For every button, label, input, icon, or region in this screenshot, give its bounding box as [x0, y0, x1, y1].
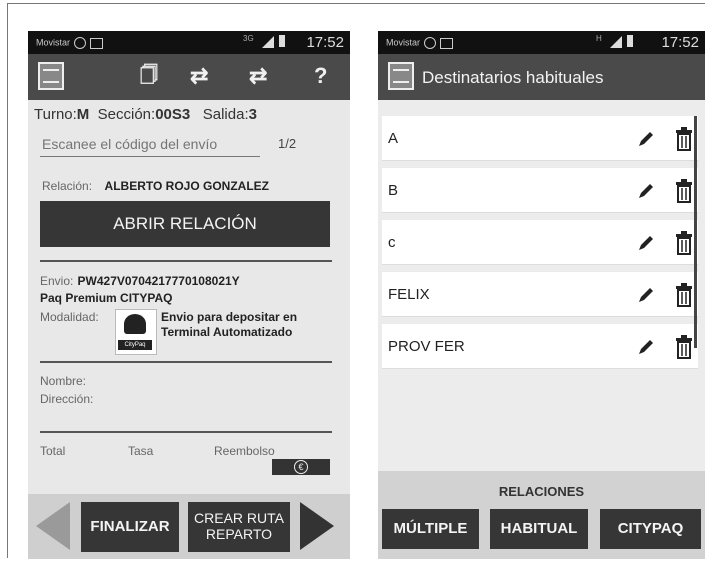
list-item[interactable]: c: [382, 220, 698, 265]
next-arrow-icon[interactable]: [300, 502, 334, 550]
location-icon: [74, 37, 87, 49]
divider: [40, 260, 332, 262]
abrir-relacion-button[interactable]: ABRIR RELACIÓN: [40, 201, 330, 247]
divider: [40, 431, 332, 433]
page-title: Destinatarios habituales: [422, 68, 604, 87]
euro-icon: €: [294, 460, 308, 474]
scan-counter: 1/2: [278, 136, 297, 151]
scrollbar[interactable]: [694, 116, 697, 348]
modalidad-value-2: Terminal Automatizado: [161, 325, 293, 339]
carrier-label: Movistar: [386, 37, 454, 49]
recipient-name: PROV FER: [388, 338, 465, 355]
carrier-label: Movistar: [36, 37, 104, 49]
copy-icon[interactable]: 🗍: [140, 63, 158, 93]
signal-icon: [262, 36, 274, 48]
reembolso-value: €: [272, 459, 330, 475]
toolbar: 🗍 ⇄ ⇄ ?: [28, 54, 350, 100]
tasa-label: Tasa: [128, 444, 154, 458]
status-bar: Movistar 3G 17:52: [28, 31, 350, 54]
total-label: Total: [40, 444, 66, 458]
trash-icon[interactable]: [675, 231, 693, 255]
picture-icon: [90, 37, 104, 49]
edit-icon[interactable]: [636, 233, 656, 253]
modalidad-value-1: Envio para depositar en: [161, 310, 298, 324]
citypaq-button[interactable]: CITYPAQ: [600, 509, 701, 549]
modalidad-label: Modalidad:: [40, 310, 99, 324]
turno-row: Turno:M Sección:00S3 Salida:3: [34, 106, 257, 123]
paq-label: Paq Premium CITYPAQ: [40, 291, 173, 305]
recipient-name: A: [388, 130, 399, 147]
right-phone-screen: Movistar H 17:52 Destinatarios habituale…: [378, 31, 705, 559]
left-phone-screen: Movistar 3G 17:52 🗍 ⇄ ⇄ ? Turno:M Secció…: [28, 31, 350, 559]
battery-icon: [627, 35, 633, 47]
battery-icon: [279, 35, 285, 47]
help-icon[interactable]: ?: [314, 63, 327, 89]
relaciones-title: RELACIONES: [498, 484, 585, 499]
recipient-name: c: [388, 234, 396, 251]
trash-icon[interactable]: [675, 283, 693, 307]
list-item[interactable]: PROV FER: [382, 324, 698, 369]
app-icon[interactable]: [388, 62, 414, 90]
edit-icon[interactable]: [636, 129, 656, 149]
signal-icon: [610, 36, 622, 48]
status-bar: Movistar H 17:52: [378, 31, 705, 54]
crear-ruta-reparto-button[interactable]: CREAR RUTA REPARTO: [188, 502, 290, 552]
multiple-button[interactable]: MÚLTIPLE: [382, 509, 479, 549]
network-type: H: [596, 34, 602, 43]
recipient-name: FELIX: [388, 286, 430, 303]
clock: 17:52: [306, 34, 344, 51]
sync-icon[interactable]: ⇄: [190, 63, 208, 89]
finalizar-button[interactable]: FINALIZAR: [81, 502, 179, 552]
scan-input[interactable]: [40, 132, 260, 157]
list-item[interactable]: B: [382, 168, 698, 213]
list-item[interactable]: A: [382, 116, 698, 161]
clock: 17:52: [661, 34, 699, 51]
picture-icon: [440, 37, 454, 49]
habitual-button[interactable]: HABITUAL: [490, 509, 588, 549]
relacion-row: Relación: ALBERTO ROJO GONZALEZ: [42, 179, 269, 193]
app-icon[interactable]: [38, 62, 64, 90]
direccion-label: Dirección:: [40, 392, 94, 406]
network-type: 3G: [243, 34, 254, 43]
edit-icon[interactable]: [636, 285, 656, 305]
sync-alt-icon[interactable]: ⇄: [249, 63, 267, 89]
list-item[interactable]: FELIX: [382, 272, 698, 317]
trash-icon[interactable]: [675, 335, 693, 359]
nombre-label: Nombre:: [40, 374, 87, 388]
recipient-name: B: [388, 182, 399, 199]
trash-icon[interactable]: [675, 179, 693, 203]
edit-icon[interactable]: [636, 181, 656, 201]
previous-arrow-icon[interactable]: [36, 502, 70, 550]
trash-icon[interactable]: [675, 127, 693, 151]
bottom-bar: FINALIZAR CREAR RUTA REPARTO: [28, 494, 350, 559]
edit-icon[interactable]: [636, 337, 656, 357]
envio-row: Envio: PW427V0704217770108021Y: [40, 274, 240, 288]
divider: [40, 361, 332, 363]
toolbar: Destinatarios habituales: [378, 54, 705, 100]
reembolso-label: Reembolso: [214, 444, 275, 458]
location-icon: [424, 37, 437, 49]
citypaq-logo: CityPaq: [115, 309, 157, 355]
